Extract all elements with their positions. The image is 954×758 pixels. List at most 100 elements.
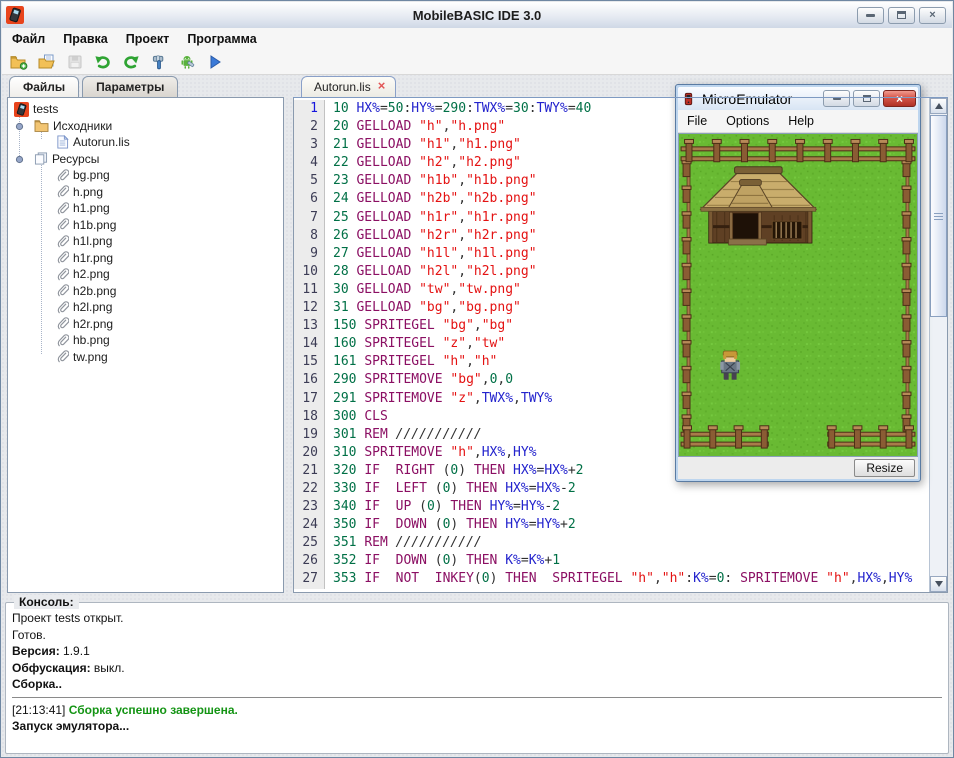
code-text: 351 REM /////////// bbox=[325, 534, 482, 552]
minimize-button[interactable] bbox=[857, 7, 884, 24]
clip-icon bbox=[56, 202, 69, 215]
line-number: 14 bbox=[294, 335, 325, 353]
tree-item-label: h1.png bbox=[73, 201, 110, 215]
emulator-window: MicroEmulator × FileOptionsHelp bbox=[675, 84, 921, 482]
tree-item-h1r.png[interactable]: h1r.png bbox=[8, 250, 283, 267]
files-panel-tabs: ФайлыПараметры bbox=[7, 76, 284, 97]
save-button bbox=[64, 51, 86, 73]
expand-knob[interactable] bbox=[15, 155, 24, 164]
line-number: 24 bbox=[294, 516, 325, 534]
resize-button[interactable]: Resize bbox=[854, 459, 915, 477]
code-text: 27 GELLOAD "h1l","h1l.png" bbox=[325, 245, 537, 263]
code-text: 10 HX%=50:HY%=290:TWX%=30:TWY%=40 bbox=[325, 100, 591, 118]
redo-button[interactable] bbox=[120, 51, 142, 73]
tab-Параметры[interactable]: Параметры bbox=[82, 76, 178, 97]
scroll-down-button[interactable] bbox=[930, 576, 947, 592]
build-android-button[interactable] bbox=[176, 51, 198, 73]
scrollbar-thumb[interactable] bbox=[930, 115, 947, 317]
tree-item-tests[interactable]: tests bbox=[8, 101, 283, 118]
clip-icon bbox=[56, 169, 69, 182]
maximize-button[interactable] bbox=[888, 7, 915, 24]
tree-item-Ресурсы[interactable]: Ресурсы bbox=[8, 151, 283, 168]
tree-item-h2b.png[interactable]: h2b.png bbox=[8, 283, 283, 300]
emulator-menu-file[interactable]: File bbox=[687, 114, 707, 128]
code-line[interactable]: 27353 IF NOT INKEY(0) THEN SPRITEGEL "h"… bbox=[294, 570, 929, 588]
code-text: 31 GELLOAD "bg","bg.png" bbox=[325, 299, 521, 317]
editor-tab-autorun[interactable]: Autorun.lis × bbox=[301, 76, 396, 97]
code-text: 25 GELLOAD "h1r","h1r.png" bbox=[325, 209, 537, 227]
line-number: 15 bbox=[294, 353, 325, 371]
code-text: 301 REM /////////// bbox=[325, 426, 482, 444]
tree-item-h2r.png[interactable]: h2r.png bbox=[8, 316, 283, 333]
console-label: Консоль: bbox=[14, 595, 79, 609]
clip-icon bbox=[56, 284, 69, 297]
tree-item-h.png[interactable]: h.png bbox=[8, 184, 283, 201]
code-text: 352 IF DOWN (0) THEN K%=K%+1 bbox=[325, 552, 560, 570]
tree-item-h2.png[interactable]: h2.png bbox=[8, 266, 283, 283]
tree-item-h2l.png[interactable]: h2l.png bbox=[8, 299, 283, 316]
line-number: 22 bbox=[294, 480, 325, 498]
code-line[interactable]: 23340 IF UP (0) THEN HY%=HY%-2 bbox=[294, 498, 929, 516]
line-number: 26 bbox=[294, 552, 325, 570]
redo-icon bbox=[122, 54, 140, 70]
menu-item-project[interactable]: Проект bbox=[126, 32, 170, 46]
tree-item-Исходники[interactable]: Исходники bbox=[8, 118, 283, 135]
menu-item-file[interactable]: Файл bbox=[12, 32, 45, 46]
build-button[interactable] bbox=[148, 51, 170, 73]
tab-close-icon[interactable]: × bbox=[378, 80, 386, 92]
tree-item-label: h2r.png bbox=[73, 317, 113, 331]
close-button[interactable]: × bbox=[919, 7, 946, 24]
tab-Файлы[interactable]: Файлы bbox=[9, 76, 79, 97]
emulator-menu-help[interactable]: Help bbox=[788, 114, 814, 128]
code-text: 291 SPRITEMOVE "z",TWX%,TWY% bbox=[325, 390, 552, 408]
phone-icon bbox=[14, 102, 29, 117]
code-text: 290 SPRITEMOVE "bg",0,0 bbox=[325, 371, 513, 389]
editor-vertical-scrollbar[interactable] bbox=[929, 98, 947, 592]
tree-item-hb.png[interactable]: hb.png bbox=[8, 332, 283, 349]
scroll-up-button[interactable] bbox=[930, 98, 947, 114]
line-number: 4 bbox=[294, 154, 325, 172]
menu-item-program[interactable]: Программа bbox=[187, 32, 256, 46]
code-text: 161 SPRITEGEL "h","h" bbox=[325, 353, 497, 371]
tree-item-label: h1r.png bbox=[73, 251, 113, 265]
tree-item-h1b.png[interactable]: h1b.png bbox=[8, 217, 283, 234]
code-text: 330 IF LEFT (0) THEN HX%=HX%-2 bbox=[325, 480, 576, 498]
line-number: 5 bbox=[294, 172, 325, 190]
console-line: Проект tests открыт. bbox=[12, 610, 942, 627]
tree-item-bg.png[interactable]: bg.png bbox=[8, 167, 283, 184]
undo-icon bbox=[94, 54, 112, 70]
code-text: 300 CLS bbox=[325, 408, 388, 426]
code-line[interactable]: 26352 IF DOWN (0) THEN K%=K%+1 bbox=[294, 552, 929, 570]
editor-tab-label: Autorun.lis bbox=[314, 80, 371, 94]
tree-item-label: tw.png bbox=[73, 350, 108, 364]
expand-knob[interactable] bbox=[15, 122, 24, 131]
menu-item-edit[interactable]: Правка bbox=[63, 32, 107, 46]
new-project-button[interactable] bbox=[8, 51, 30, 73]
code-line[interactable]: 25351 REM /////////// bbox=[294, 534, 929, 552]
menu-bar: Файл Правка Проект Программа bbox=[2, 28, 952, 51]
line-number: 8 bbox=[294, 227, 325, 245]
clip-icon bbox=[56, 268, 69, 281]
line-number: 27 bbox=[294, 570, 325, 588]
code-text: 150 SPRITEGEL "bg","bg" bbox=[325, 317, 513, 335]
save-icon bbox=[67, 54, 83, 70]
run-button[interactable] bbox=[204, 51, 226, 73]
tree-item-h1l.png[interactable]: h1l.png bbox=[8, 233, 283, 250]
window-title: MobileBASIC IDE 3.0 bbox=[2, 8, 952, 23]
tree-item-label: hb.png bbox=[73, 333, 110, 347]
code-line[interactable]: 24350 IF DOWN (0) THEN HY%=HY%+2 bbox=[294, 516, 929, 534]
open-project-button[interactable] bbox=[36, 51, 58, 73]
game-scene bbox=[679, 134, 917, 456]
tree-item-label: Исходники bbox=[53, 119, 112, 133]
emulator-menu-options[interactable]: Options bbox=[726, 114, 769, 128]
app-icon bbox=[6, 6, 24, 24]
tree-item-Autorun.lis[interactable]: Autorun.lis bbox=[8, 134, 283, 151]
close-icon: × bbox=[929, 9, 935, 21]
code-line[interactable]: 22330 IF LEFT (0) THEN HX%=HX%-2 bbox=[294, 480, 929, 498]
title-bar[interactable]: MobileBASIC IDE 3.0 × bbox=[2, 2, 952, 29]
tree-item-tw.png[interactable]: tw.png bbox=[8, 349, 283, 366]
undo-button[interactable] bbox=[92, 51, 114, 73]
tree-item-label: h2b.png bbox=[73, 284, 116, 298]
tree-item-label: bg.png bbox=[73, 168, 110, 182]
tree-item-h1.png[interactable]: h1.png bbox=[8, 200, 283, 217]
